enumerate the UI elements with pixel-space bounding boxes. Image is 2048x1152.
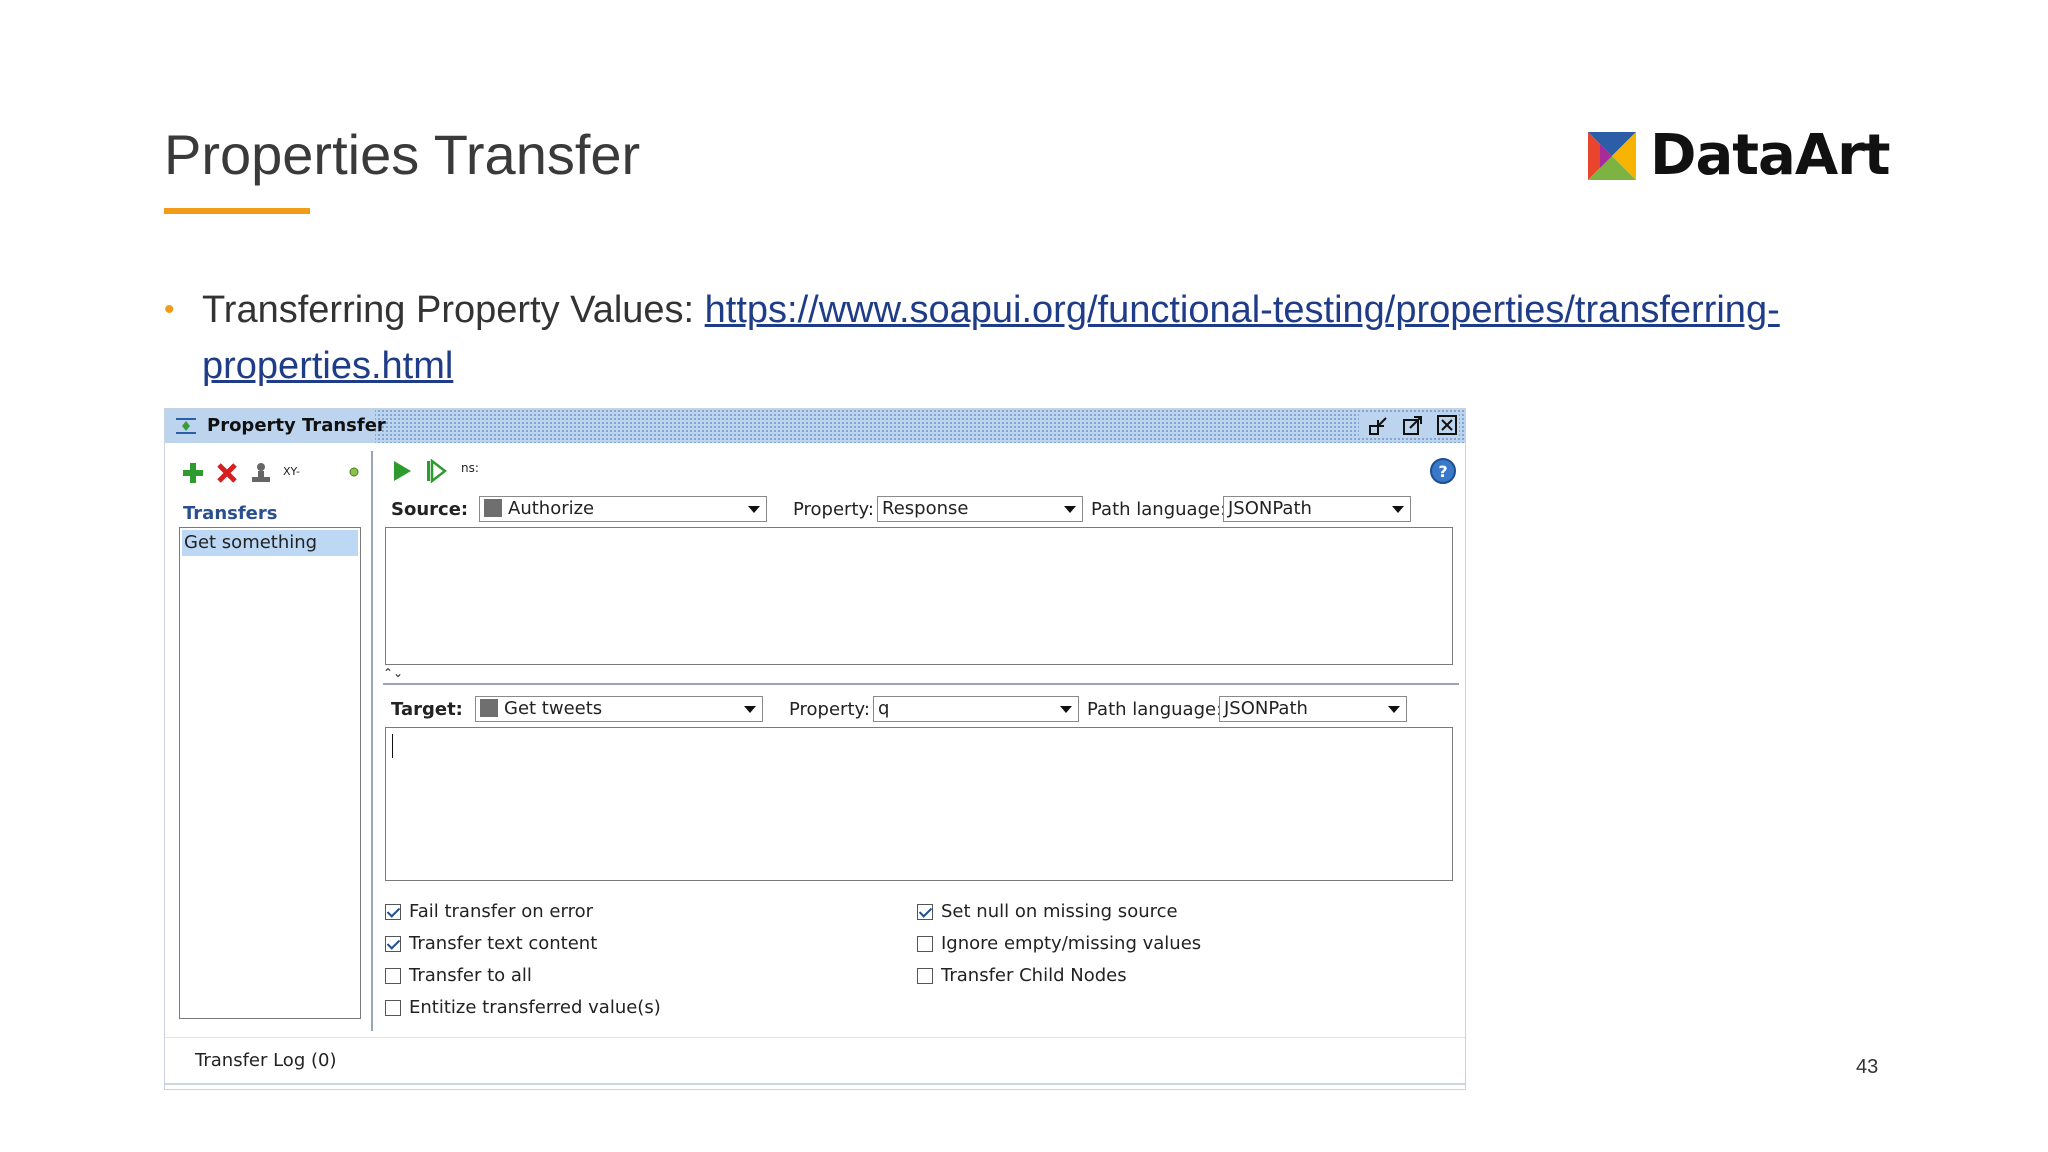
option-entitize-transferred-values[interactable]: Entitize transferred value(s) xyxy=(385,997,661,1018)
page-number: 43 xyxy=(1856,1056,1879,1078)
option-label: Entitize transferred value(s) xyxy=(409,997,661,1018)
slide-title: Properties Transfer xyxy=(164,123,641,186)
rename-icon[interactable] xyxy=(249,461,273,485)
source-property-select[interactable]: Response xyxy=(877,496,1083,522)
transfer-log-tab[interactable]: Transfer Log (0) xyxy=(195,1050,336,1071)
checkbox[interactable] xyxy=(385,935,401,952)
ns-label: ns: xyxy=(461,461,479,475)
source-property-value: Response xyxy=(882,498,969,519)
window-bottom-border xyxy=(165,1083,1465,1085)
minimize-icon[interactable] xyxy=(1367,413,1391,437)
source-path-language-select[interactable]: JSONPath xyxy=(1223,496,1411,522)
bullet-prefix: Transferring Property Values: xyxy=(202,289,705,331)
source-step-value: Authorize xyxy=(508,498,595,519)
option-label: Transfer Child Nodes xyxy=(941,965,1127,986)
option-label: Transfer text content xyxy=(409,933,598,954)
target-step-value: Get tweets xyxy=(504,698,603,719)
target-path-language-label: Path language: xyxy=(1087,699,1223,720)
option-fail-transfer-on-error[interactable]: Fail transfer on error xyxy=(385,901,593,922)
close-icon[interactable] xyxy=(1435,413,1459,437)
chevron-down-icon xyxy=(1392,506,1404,513)
splitter[interactable] xyxy=(383,683,1459,685)
target-path-language-value: JSONPath xyxy=(1224,698,1308,719)
bullet-dot: • xyxy=(164,293,175,326)
source-path-language-label: Path language: xyxy=(1091,499,1227,520)
checkbox[interactable] xyxy=(385,999,401,1016)
bullet-text: Transferring Property Values: https://ww… xyxy=(202,282,1882,394)
transfer-item-get-something[interactable]: Get something xyxy=(182,530,358,556)
window-titlebar: Property Transfer xyxy=(165,409,1465,443)
property-transfer-window: Property Transfer XY- Transfers Get some… xyxy=(164,408,1466,1090)
option-transfer-text-content[interactable]: Transfer text content xyxy=(385,933,597,954)
chevron-down-icon xyxy=(744,706,756,713)
source-expression-area[interactable] xyxy=(385,527,1453,665)
checkbox[interactable] xyxy=(917,935,933,952)
property-transfer-icon xyxy=(176,418,196,434)
target-step-select[interactable]: Get tweets xyxy=(475,696,763,722)
chevron-down-icon xyxy=(1060,706,1072,713)
transfer-log-bar: Transfer Log (0) xyxy=(165,1037,1465,1084)
run-icon[interactable] xyxy=(391,459,413,483)
target-expression-area[interactable] xyxy=(385,727,1453,881)
target-property-select[interactable]: q xyxy=(873,696,1079,722)
source-label: Source: xyxy=(391,499,469,520)
option-label: Transfer to all xyxy=(409,965,532,986)
option-set-null-on-missing-source[interactable]: Set null on missing source xyxy=(917,901,1178,922)
xpath-label[interactable]: XY- xyxy=(283,465,300,478)
title-underline xyxy=(164,208,310,214)
checkbox[interactable] xyxy=(385,967,401,984)
dataart-logo: DataArt xyxy=(1588,123,1891,188)
target-label: Target: xyxy=(391,699,463,720)
source-property-label: Property: xyxy=(793,499,874,520)
dataart-logo-mark-icon xyxy=(1588,132,1636,180)
target-property-label: Property: xyxy=(789,699,870,720)
window-title: Property Transfer xyxy=(207,415,386,436)
option-label: Ignore empty/missing values xyxy=(941,933,1202,954)
checkbox[interactable] xyxy=(917,903,933,920)
add-icon[interactable] xyxy=(181,461,205,485)
svg-text:?: ? xyxy=(1438,462,1447,481)
logo-text: DataArt xyxy=(1650,123,1891,188)
chevron-down-icon xyxy=(1388,706,1400,713)
maximize-icon[interactable] xyxy=(1401,413,1425,437)
checkbox[interactable] xyxy=(917,967,933,984)
source-step-select[interactable]: Authorize xyxy=(479,496,767,522)
transfers-pane: XY- Transfers Get something xyxy=(171,451,373,1031)
delete-icon[interactable] xyxy=(215,461,239,485)
target-property-value: q xyxy=(878,698,890,719)
transfers-toolbar: XY- xyxy=(177,455,367,489)
target-path-language-select[interactable]: JSONPath xyxy=(1219,696,1407,722)
transfers-heading: Transfers xyxy=(183,503,278,524)
option-label: Fail transfer on error xyxy=(409,901,593,922)
test-step-icon xyxy=(484,499,502,517)
option-label: Set null on missing source xyxy=(941,901,1178,922)
test-step-icon xyxy=(480,699,498,717)
transfers-list[interactable]: Get something xyxy=(179,527,361,1019)
status-icon xyxy=(349,467,359,477)
option-transfer-child-nodes[interactable]: Transfer Child Nodes xyxy=(917,965,1127,986)
help-icon[interactable]: ? xyxy=(1429,457,1457,485)
splitter-arrows-icon[interactable]: ⌃⌄ xyxy=(383,667,403,679)
run-all-icon[interactable] xyxy=(425,459,447,483)
option-ignore-empty-missing-values[interactable]: Ignore empty/missing values xyxy=(917,933,1201,954)
source-path-language-value: JSONPath xyxy=(1228,498,1312,519)
checkbox[interactable] xyxy=(385,903,401,920)
chevron-down-icon xyxy=(1064,506,1076,513)
text-caret xyxy=(392,734,393,758)
option-transfer-to-all[interactable]: Transfer to all xyxy=(385,965,532,986)
transfer-editor-pane: ns: ? Source: Authorize Property: Respon… xyxy=(381,451,1461,1031)
chevron-down-icon xyxy=(748,506,760,513)
